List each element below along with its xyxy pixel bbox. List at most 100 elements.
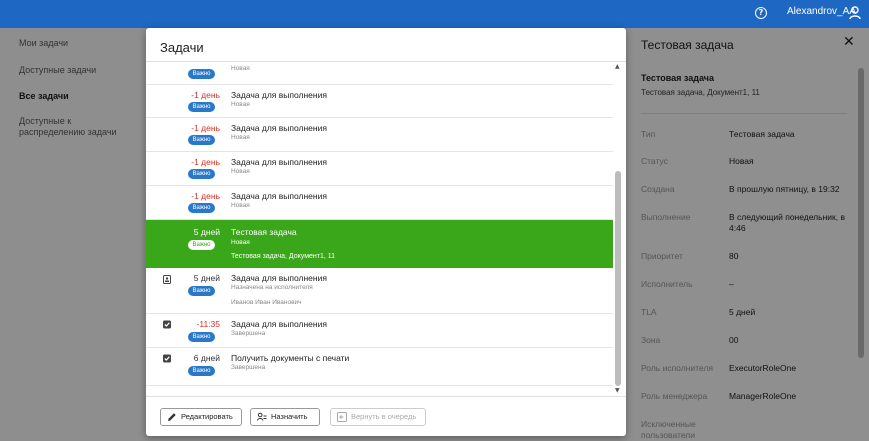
- task-name: Задача для выполнения: [231, 319, 327, 329]
- task-assignee: Иванов Иван Иванович: [231, 299, 302, 306]
- field-value: В прошлую пятницу, в 19:32: [729, 184, 840, 194]
- list-scrollbar[interactable]: ▲ ▼: [613, 61, 623, 395]
- field-label: TLA: [641, 307, 657, 317]
- divider: [641, 113, 847, 114]
- task-due: 5 дней: [193, 273, 220, 283]
- task-name: Получить документы с печати: [231, 353, 350, 363]
- important-badge: Важно: [188, 240, 215, 250]
- return-button-label: Вернуть в очередь: [351, 412, 417, 421]
- field-label: Исключенные пользователи: [641, 419, 696, 440]
- nav-item-all-tasks[interactable]: Все задачи: [19, 91, 69, 102]
- task-description: Тестовая задача, Документ1, 11: [231, 253, 336, 260]
- list-item[interactable]: -1 день Важно Задача для выполнения Нова…: [146, 118, 613, 152]
- nav-item-my-tasks[interactable]: Мои задачи: [19, 38, 68, 49]
- task-detail-panel: Тестовая задача ✕ Тестовая задача Тестов…: [627, 28, 869, 441]
- assign-users-icon: [257, 412, 267, 421]
- username[interactable]: Alexandrov_AA: [787, 6, 856, 17]
- field-label: Зона: [641, 335, 661, 345]
- list-item[interactable]: -11:35 Важно Задача для выполнения Завер…: [146, 314, 613, 348]
- task-status: Новая: [231, 239, 250, 246]
- task-due: 6 дней: [193, 353, 220, 363]
- field-value: 5 дней: [729, 307, 756, 317]
- task-name: Тестовая задача: [231, 227, 297, 237]
- important-badge: Важно: [188, 169, 215, 179]
- task-due: -1 день: [191, 191, 220, 201]
- field-label: Приоритет: [641, 251, 683, 261]
- list-item-selected[interactable]: 5 дней Важно Тестовая задача Новая Тесто…: [146, 220, 613, 268]
- task-list: Важно Новая -1 день Важно Задача для вып…: [146, 61, 626, 395]
- list-item[interactable]: 5 дней Важно Задача для выполнения Назна…: [146, 268, 613, 314]
- task-status: Новая: [231, 65, 250, 72]
- detail-scrollbar[interactable]: [857, 58, 865, 436]
- field-value: Тестовая задача: [729, 129, 795, 139]
- task-name: Задача для выполнения: [231, 123, 327, 133]
- scroll-down-icon[interactable]: ▼: [615, 387, 620, 394]
- field-label: Тип: [641, 129, 656, 139]
- important-badge: Важно: [188, 366, 215, 376]
- important-badge: Важно: [188, 102, 215, 112]
- list-item[interactable]: -1 день Важно Задача для выполнения Нова…: [146, 186, 613, 220]
- close-icon[interactable]: ✕: [843, 34, 855, 50]
- task-status: Завершена: [231, 364, 266, 371]
- task-name: Задача для выполнения: [231, 191, 327, 201]
- field-value: –: [729, 279, 734, 289]
- scrollbar-thumb[interactable]: [858, 68, 864, 358]
- help-icon[interactable]: ?: [755, 7, 767, 19]
- list-item[interactable]: -1 день Важно Задача для выполнения Нова…: [146, 85, 613, 118]
- task-name: Задача для выполнения: [231, 273, 327, 283]
- task-status: Новая: [231, 134, 250, 141]
- return-to-queue-button[interactable]: Вернуть в очередь: [330, 408, 426, 426]
- return-queue-icon: [337, 412, 347, 422]
- task-name: Задача для выполнения: [231, 157, 327, 167]
- assign-button[interactable]: Назначить: [250, 408, 320, 426]
- field-value: ExecutorRoleOne: [729, 363, 797, 373]
- field-value: 80: [729, 251, 739, 261]
- task-status: Завершена: [231, 330, 266, 337]
- pencil-icon: [168, 413, 176, 421]
- field-label: Статус: [641, 156, 668, 166]
- edit-button[interactable]: Редактировать: [160, 408, 242, 426]
- field-value: Новая: [729, 156, 754, 166]
- modal-title: Задачи: [160, 40, 204, 55]
- list-item[interactable]: 6 дней Важно Получить документы с печати…: [146, 348, 613, 386]
- important-badge: Важно: [188, 332, 215, 342]
- top-bar: ? Alexandrov_AA: [0, 0, 869, 28]
- field-label: Выполнение: [641, 212, 691, 222]
- task-due: -1 день: [191, 90, 220, 100]
- nav-item-available-tasks[interactable]: Доступные задачи: [19, 65, 96, 76]
- task-due: -1 день: [191, 157, 220, 167]
- field-label: Исполнитель: [641, 279, 693, 289]
- task-status: Новая: [231, 202, 250, 209]
- modal-footer: Редактировать Назначить Вернуть в очеред…: [146, 396, 626, 436]
- task-status: Новая: [231, 168, 250, 175]
- scroll-up-icon[interactable]: ▲: [615, 63, 620, 70]
- left-nav: Мои задачи Доступные задачи Все задачи Д…: [0, 28, 146, 441]
- task-due: 5 дней: [193, 227, 220, 237]
- nav-item-distribution-tasks[interactable]: Доступные к распределению задачи: [19, 116, 129, 138]
- task-name: Задача для выполнения: [231, 90, 327, 100]
- detail-subject-title: Тестовая задача: [641, 73, 714, 83]
- important-badge: Важно: [188, 286, 215, 296]
- field-label: Роль менеджера: [641, 391, 708, 401]
- user-icon[interactable]: [849, 6, 861, 20]
- task-status: Назначена на исполнителя: [231, 284, 313, 291]
- field-value: ManagerRoleOne: [729, 391, 797, 401]
- scrollbar-thumb[interactable]: [615, 171, 621, 386]
- tasks-modal: Задачи Важно Новая -1 день Важно Задача …: [146, 28, 626, 436]
- edit-button-label: Редактировать: [181, 412, 233, 421]
- important-badge: Важно: [188, 135, 215, 145]
- field-label: Роль исполнителя: [641, 363, 713, 373]
- task-due: -1 день: [191, 123, 220, 133]
- field-value: В следующий понедельник, в 4:46: [729, 212, 845, 233]
- task-status: Новая: [231, 101, 250, 108]
- field-label: Создана: [641, 184, 675, 194]
- detail-title: Тестовая задача: [641, 38, 734, 52]
- list-item[interactable]: -1 день Важно Задача для выполнения Нова…: [146, 152, 613, 186]
- task-due: -11:35: [196, 319, 220, 329]
- important-badge: Важно: [188, 203, 215, 213]
- important-badge: Важно: [188, 69, 215, 79]
- assign-button-label: Назначить: [271, 412, 308, 421]
- field-value: 00: [729, 335, 739, 345]
- list-item[interactable]: Важно Новая: [146, 62, 613, 85]
- detail-subject-sub: Тестовая задача, Документ1, 11: [641, 88, 760, 97]
